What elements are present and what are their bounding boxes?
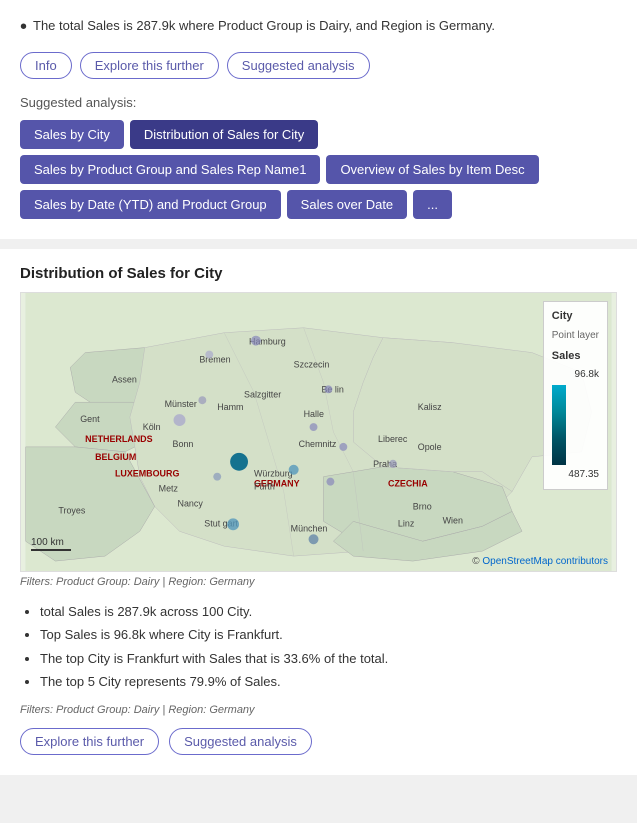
bottom-actions: Explore this further Suggested analysis [20, 728, 617, 755]
insight-item-2: Top Sales is 96.8k where City is Frankfu… [40, 623, 617, 646]
legend-min: 487.35 [552, 467, 599, 483]
svg-text:Metz: Metz [159, 484, 179, 494]
chart-title: Distribution of Sales for City [20, 265, 617, 282]
svg-text:Fürth: Fürth [254, 482, 275, 492]
svg-text:Köln: Köln [143, 422, 161, 432]
suggested-label: Suggested analysis: [20, 95, 617, 110]
top-action-buttons: Info Explore this further Suggested anal… [20, 52, 617, 79]
scale-line [31, 549, 71, 551]
bullet-dot: • [20, 16, 27, 38]
overview-of-sales-button[interactable]: Overview of Sales by Item Desc [326, 155, 538, 184]
summary-content: The total Sales is 287.9k where Product … [33, 16, 495, 36]
svg-text:Assen: Assen [112, 374, 137, 384]
svg-text:Linz: Linz [398, 518, 415, 528]
svg-text:Salzgitter: Salzgitter [244, 389, 281, 399]
svg-text:Chemnitz: Chemnitz [299, 439, 337, 449]
svg-text:NETHERLANDS: NETHERLANDS [85, 434, 152, 444]
legend-sales-label: Sales [552, 348, 599, 366]
openstreetmap-link[interactable]: OpenStreetMap contributors [482, 556, 608, 567]
scale-label: 100 km [31, 537, 64, 548]
sales-by-city-button[interactable]: Sales by City [20, 120, 124, 149]
svg-text:BELGIUM: BELGIUM [95, 452, 136, 462]
map-legend: City Point layer Sales 96.8k 487.35 [543, 301, 608, 490]
insight-item-4: The top 5 City represents 79.9% of Sales… [40, 670, 617, 693]
map-svg: Hamburg Szczecin Bremen Assen Salzgitter… [21, 293, 616, 571]
sales-by-date-button[interactable]: Sales by Date (YTD) and Product Group [20, 190, 281, 219]
gradient-bar [552, 385, 566, 465]
svg-text:München: München [291, 523, 328, 533]
svg-text:Hamm: Hamm [217, 402, 243, 412]
bottom-explore-button[interactable]: Explore this further [20, 728, 159, 755]
legend-max: 96.8k [552, 367, 599, 383]
svg-text:CZECHIA: CZECHIA [388, 479, 428, 489]
svg-text:Brno: Brno [413, 501, 432, 511]
svg-text:Gent: Gent [80, 414, 100, 424]
bottom-section: Distribution of Sales for City [0, 249, 637, 775]
svg-text:Bonn: Bonn [173, 439, 194, 449]
svg-text:Bremen: Bremen [199, 355, 230, 365]
svg-text:Wien: Wien [443, 515, 463, 525]
insight-item-3: The top City is Frankfurt with Sales tha… [40, 647, 617, 670]
explore-this-further-button[interactable]: Explore this further [80, 52, 219, 79]
legend-point-layer: Point layer [552, 328, 599, 344]
distribution-of-sales-for-city-button[interactable]: Distribution of Sales for City [130, 120, 318, 149]
svg-text:Opole: Opole [418, 442, 442, 452]
svg-text:Münster: Münster [165, 399, 197, 409]
legend-city-label: City [552, 308, 599, 326]
svg-text:LUXEMBOURG: LUXEMBOURG [115, 469, 179, 479]
svg-text:Nancy: Nancy [178, 498, 204, 508]
more-button[interactable]: ... [413, 190, 452, 219]
insights-list: total Sales is 287.9k across 100 City. T… [20, 600, 617, 694]
analysis-buttons-group: Sales by City Distribution of Sales for … [20, 120, 617, 219]
svg-text:Halle: Halle [304, 409, 324, 419]
top-section: • The total Sales is 287.9k where Produc… [0, 0, 637, 239]
info-button[interactable]: Info [20, 52, 72, 79]
bottom-suggested-button[interactable]: Suggested analysis [169, 728, 312, 755]
map-attribution: © OpenStreetMap contributors [472, 556, 608, 567]
sales-over-date-button[interactable]: Sales over Date [287, 190, 408, 219]
chart-filter-text: Filters: Product Group: Dairy | Region: … [20, 576, 617, 588]
suggested-analysis-top-button[interactable]: Suggested analysis [227, 52, 370, 79]
svg-text:Würzburg: Würzburg [254, 469, 293, 479]
bottom-filter-text: Filters: Product Group: Dairy | Region: … [20, 704, 617, 716]
scale-bar: 100 km [31, 537, 71, 551]
sales-by-product-group-button[interactable]: Sales by Product Group and Sales Rep Nam… [20, 155, 320, 184]
map-container: Hamburg Szczecin Bremen Assen Salzgitter… [20, 292, 617, 572]
svg-text:Szczecin: Szczecin [294, 359, 330, 369]
insight-item-1: total Sales is 287.9k across 100 City. [40, 600, 617, 623]
svg-text:Kalisz: Kalisz [418, 402, 442, 412]
summary-text: • The total Sales is 287.9k where Produc… [20, 16, 617, 38]
svg-text:Troyes: Troyes [58, 505, 85, 515]
svg-text:Liberec: Liberec [378, 434, 408, 444]
